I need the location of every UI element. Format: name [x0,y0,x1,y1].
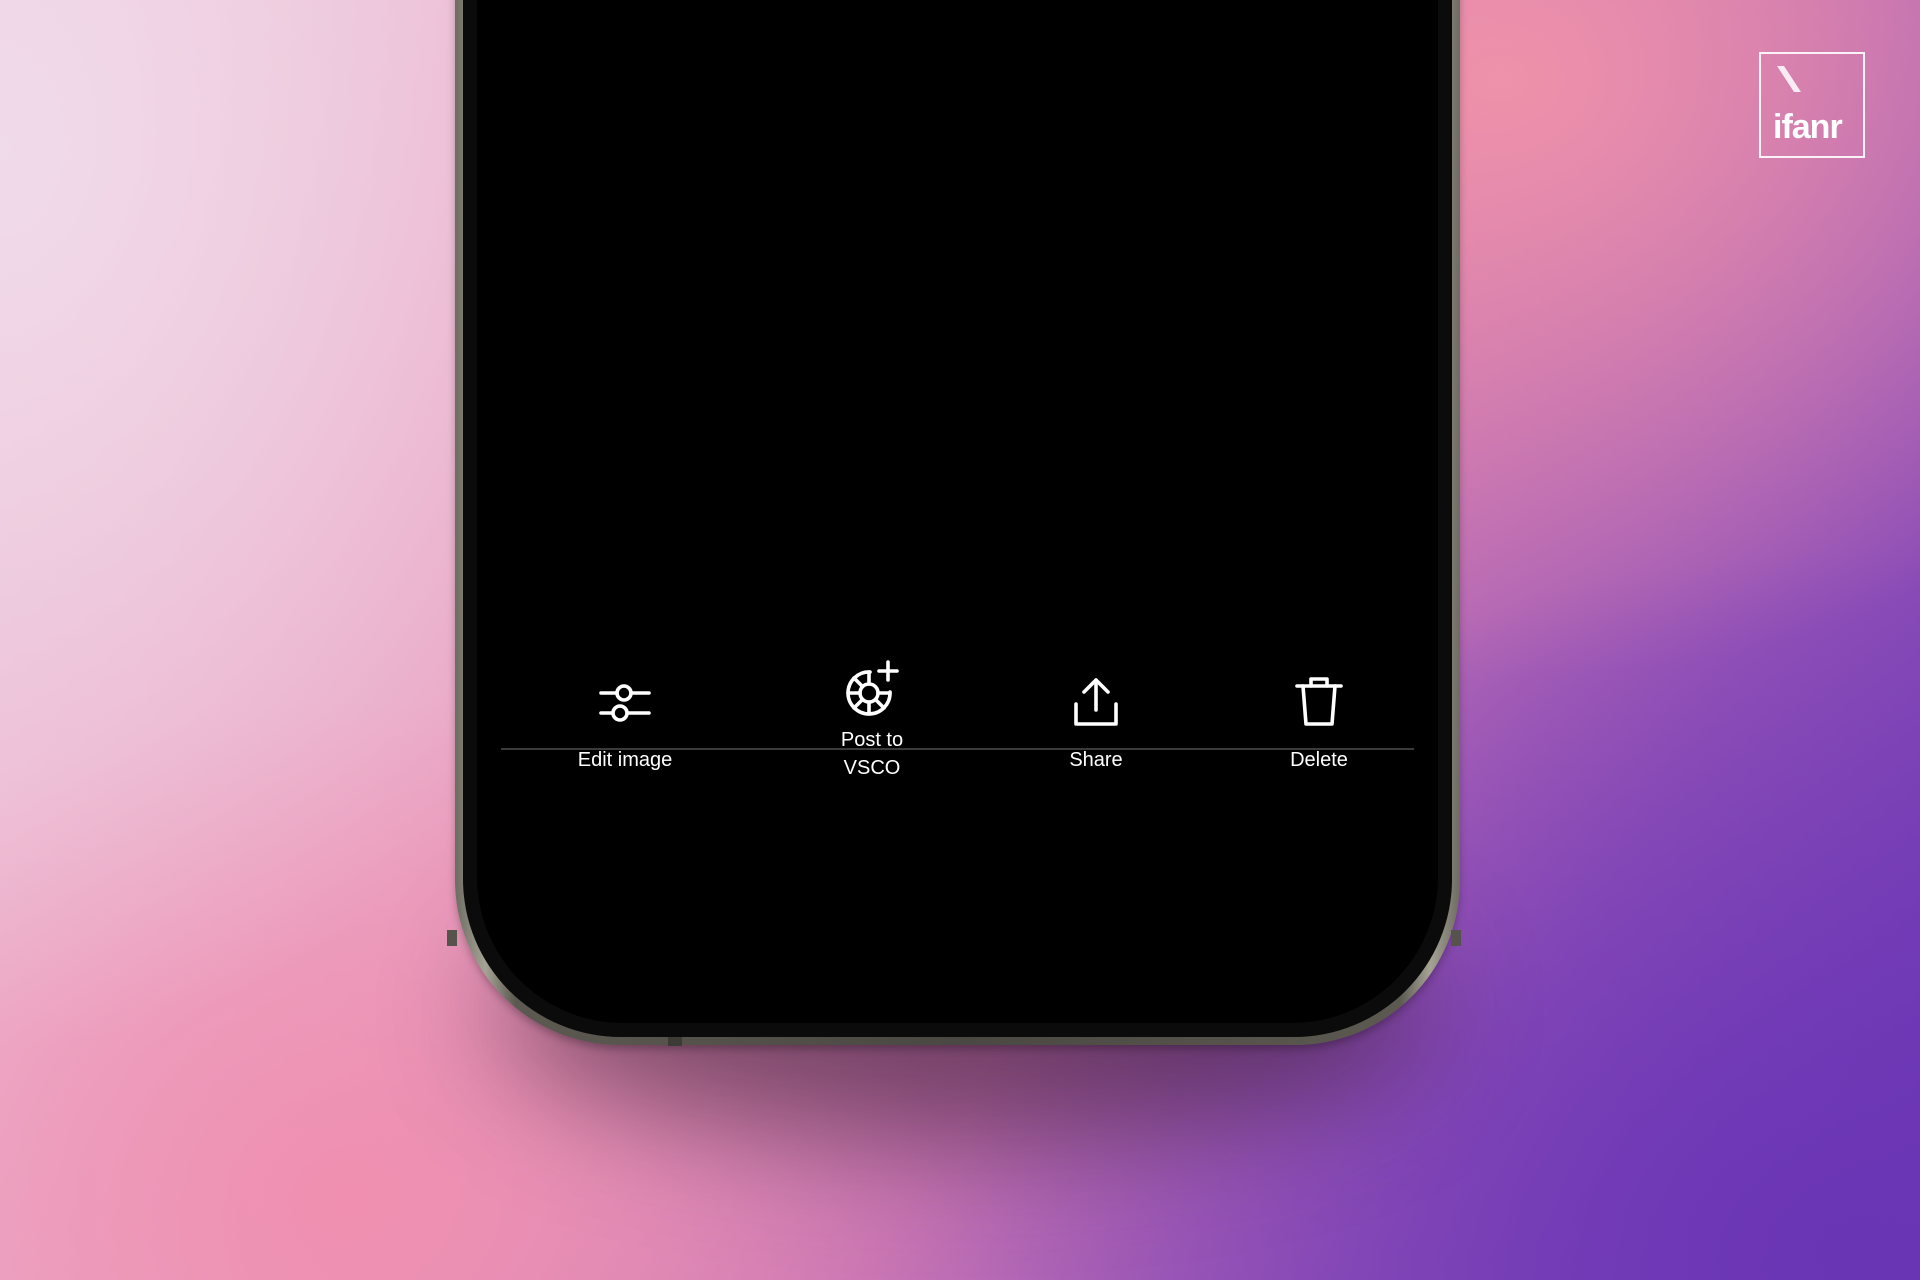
trash-icon [1287,670,1351,734]
post-to-vsco-label: Post to VSCO [840,729,904,779]
post-to-vsco-button[interactable]: Post to VSCO [772,660,972,782]
ifanr-logo: ifanr [1759,52,1865,158]
edit-image-button[interactable]: Edit image [525,670,725,774]
phone-side-button-left [447,930,457,946]
phone-screen: Edit image Post to VSCO Share Delete [477,0,1438,1023]
delete-label: Delete [1290,749,1348,771]
vsco-post-icon [840,656,904,720]
share-icon [1064,670,1128,734]
phone-frame: Edit image Post to VSCO Share Delete [455,0,1460,1045]
delete-button[interactable]: Delete [1219,670,1419,774]
phone-bottom-notch [668,1037,682,1046]
edit-image-label: Edit image [577,749,673,771]
phone-bezel: Edit image Post to VSCO Share Delete [463,0,1452,1037]
logo-text: ifanr [1773,108,1843,146]
sliders-icon [593,670,657,734]
share-button[interactable]: Share [996,670,1196,774]
share-label: Share [1069,749,1123,771]
phone-side-button-right [1451,930,1461,946]
